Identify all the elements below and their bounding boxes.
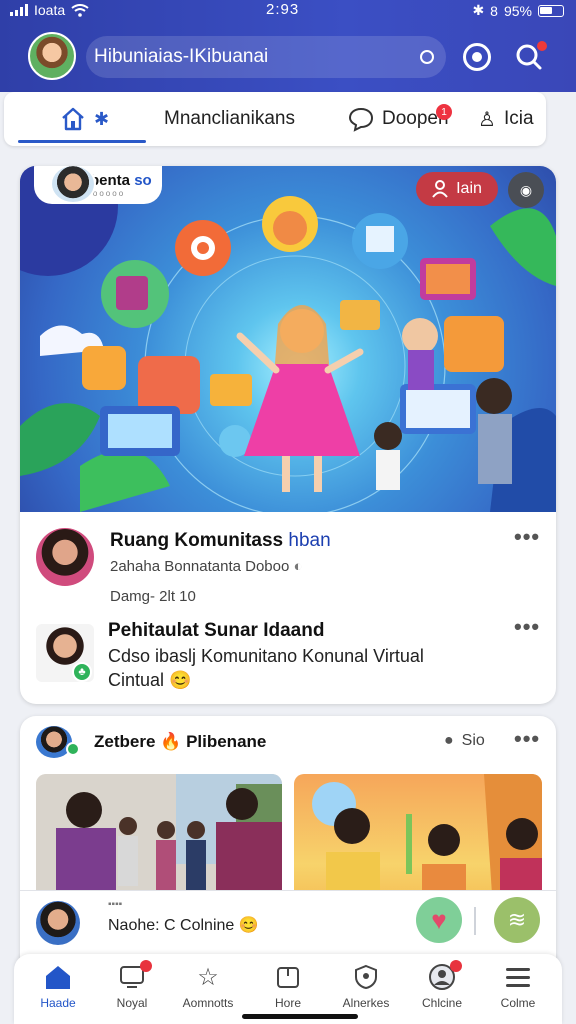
search-clear-icon[interactable] — [420, 50, 434, 64]
chat-bubble-icon — [348, 107, 374, 132]
more-options-icon[interactable]: ••• — [514, 726, 540, 752]
nav-badge — [140, 960, 152, 972]
nav-profile[interactable]: Chlcine — [404, 960, 480, 1010]
home-icon — [44, 964, 72, 990]
post-row[interactable]: Ruang Komunitass hban 2ahaha Bonnatanta … — [20, 512, 556, 612]
smile-icon: 😊 — [238, 917, 259, 934]
inbox-icon — [118, 960, 152, 990]
location-label: Sio — [461, 732, 485, 749]
more-options-icon[interactable]: ••• — [514, 614, 540, 640]
wifi-icon — [71, 3, 89, 17]
star-icon: ☆ — [197, 963, 219, 991]
nav-inbox[interactable]: Noyal — [94, 960, 170, 1010]
nav-home[interactable]: Haade — [20, 964, 96, 1010]
nav-label: Haade — [40, 996, 76, 1010]
tab-profile[interactable]: ♙ Icia — [478, 92, 534, 146]
post-text-cont: Cintual — [108, 670, 165, 690]
illustration-art — [20, 166, 556, 512]
status-bar: Ioata 2:93 ✱ 8 95% — [0, 0, 576, 22]
battery-icon — [538, 4, 564, 17]
search-icon[interactable] — [510, 38, 548, 76]
user-icon — [432, 180, 448, 198]
comment-dots: ▪▪▪▪ — [108, 899, 123, 910]
person-icon: ♙ — [478, 108, 496, 131]
login-button[interactable]: Iain — [416, 172, 498, 206]
feed-card: Sbenta so ooooooo Iain ◉ Ruang Komunitas… — [20, 166, 556, 704]
user-avatar — [36, 901, 80, 945]
author-avatar[interactable] — [36, 528, 94, 586]
profile-icon — [428, 960, 462, 990]
nav-label: Hore — [274, 996, 301, 1010]
home-indicator — [242, 1014, 358, 1019]
heart-react-button[interactable]: ♥ — [416, 897, 462, 943]
signal-icon — [10, 4, 28, 16]
nav-menu[interactable]: Colme — [480, 964, 556, 1010]
post-subtitle: 2ahaha Bonnatanta Doboo — [110, 558, 290, 575]
nav-comments[interactable]: ☆ Aomnotts — [170, 963, 246, 1011]
target-icon[interactable] — [458, 38, 496, 76]
heart-icon: ♥ — [431, 904, 447, 935]
tab-messages[interactable]: Doopen — [348, 92, 449, 146]
hero-illustration[interactable] — [20, 166, 556, 512]
verified-icon: ◐ — [293, 558, 303, 575]
active-tab-indicator — [18, 140, 146, 143]
menu-icon — [504, 964, 532, 990]
fire-emoji-icon: 🔥 — [160, 732, 182, 751]
notification-dot — [537, 41, 547, 51]
post-meta: Damg- 2lt 10 — [110, 588, 196, 605]
battery-percent: 95% — [503, 2, 532, 19]
author-name[interactable]: Zetbere — [94, 732, 155, 751]
app-header: Ioata 2:93 ✱ 8 95% Hibuniaias-IKibuanai — [0, 0, 576, 92]
online-status-icon — [66, 742, 80, 756]
channel-tag: so — [134, 172, 152, 189]
tab-badge: 1 — [436, 104, 452, 120]
page-name[interactable]: Plibenane — [186, 732, 266, 751]
comment-bar[interactable]: ▪▪▪▪ Naohe: C Colnine 😊 ♥ ≋ — [20, 890, 556, 954]
nav-badge — [450, 960, 462, 972]
alarm-icon: 8 — [490, 2, 498, 19]
divider — [474, 907, 476, 935]
location-pin-icon: ● — [444, 732, 454, 749]
post-text: Cdso ibaslj Komunitano Konunal Virtual — [108, 646, 424, 666]
nav-more[interactable]: Hore — [250, 964, 326, 1010]
clover-icon: ♣ — [72, 662, 92, 682]
login-label: Iain — [456, 180, 482, 197]
camera-icon[interactable]: ◉ — [508, 172, 544, 208]
gear-icon: ✱ — [94, 108, 110, 129]
comment-input-label[interactable]: Naohe: C Colnine — [108, 917, 234, 934]
profile-avatar[interactable] — [28, 32, 76, 80]
search-bar[interactable]: Hibuniaias-IKibuanai — [86, 36, 446, 78]
tab-label: Mnanclianikans — [164, 108, 295, 129]
box-icon — [274, 964, 302, 990]
carrier-name: Ioata — [34, 2, 66, 18]
post-title: Pehitaulat Sunar Idaand — [108, 620, 325, 641]
bluetooth-icon: ✱ — [472, 2, 485, 18]
search-text: Hibuniaias-IKibuanai — [94, 46, 269, 67]
shield-chat-icon — [352, 964, 380, 990]
nav-alerts[interactable]: Alnerkes — [328, 964, 404, 1010]
layers-icon: ≋ — [507, 907, 527, 932]
channel-avatar — [50, 166, 96, 204]
nav-label: Alnerkes — [342, 996, 390, 1010]
more-options-icon[interactable]: ••• — [514, 524, 540, 550]
home-icon — [62, 107, 84, 131]
clock: 2:93 — [266, 1, 300, 18]
nav-label: Chlcine — [421, 996, 463, 1010]
post-row[interactable]: ♣ Pehitaulat Sunar Idaand Cdso ibaslj Ko… — [20, 612, 556, 704]
nav-label: Noyal — [116, 996, 148, 1010]
post-title: Ruang Komunitass — [110, 530, 284, 551]
tab-label: Icia — [503, 108, 534, 129]
tab-community[interactable]: Mnanclianikans — [164, 92, 295, 146]
tab-bar: ✱ Mnanclianikans Doopen 1 ♙ Icia — [4, 92, 546, 146]
post-title-link[interactable]: hban — [288, 530, 330, 551]
nav-label: Aomnotts — [182, 996, 234, 1010]
channel-badge[interactable]: Sbenta so ooooooo — [34, 166, 162, 204]
emoji-icon: 😊 — [169, 670, 192, 690]
stack-button[interactable]: ≋ — [494, 897, 540, 943]
tab-home[interactable]: ✱ — [60, 92, 109, 146]
nav-label: Colme — [500, 996, 536, 1010]
